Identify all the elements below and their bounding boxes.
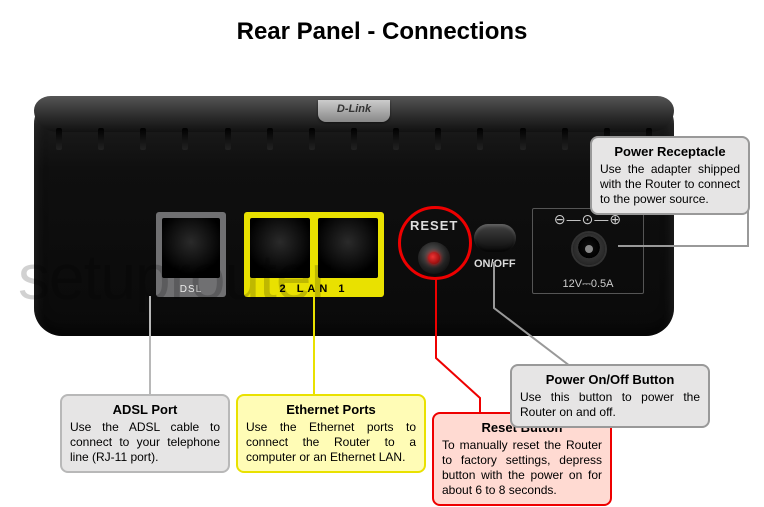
callout-ethernet-title: Ethernet Ports xyxy=(246,402,416,418)
callout-onoff-title: Power On/Off Button xyxy=(520,372,700,388)
adsl-port: DSL xyxy=(156,212,226,297)
callout-power: Power Receptacle Use the adapter shipped… xyxy=(590,136,750,215)
callout-adsl-title: ADSL Port xyxy=(70,402,220,418)
power-onoff-label: ON/OFF xyxy=(474,258,516,270)
callout-onoff-body: Use this button to power the Router on a… xyxy=(520,390,700,420)
ethernet-port-2 xyxy=(250,218,310,278)
callout-power-title: Power Receptacle xyxy=(600,144,740,160)
callout-onoff: Power On/Off Button Use this button to p… xyxy=(510,364,710,428)
ethernet-block: 2 LAN 1 xyxy=(244,212,384,297)
adsl-port-label: DSL xyxy=(156,284,226,295)
callout-ethernet: Ethernet Ports Use the Ethernet ports to… xyxy=(236,394,426,473)
reset-label: RESET xyxy=(410,218,458,233)
callout-power-body: Use the adapter shipped with the Router … xyxy=(600,162,740,207)
callout-adsl: ADSL Port Use the ADSL cable to connect … xyxy=(60,394,230,473)
vent-slots xyxy=(56,128,652,140)
reset-button xyxy=(418,242,450,274)
ethernet-label: 2 LAN 1 xyxy=(244,283,384,295)
router-device: DSL 2 LAN 1 RESET ON/OFF ⊖—⊙—⊕ 12V⎓0.5A xyxy=(34,96,674,336)
power-onoff-button xyxy=(474,224,516,252)
callout-adsl-body: Use the ADSL cable to connect to your te… xyxy=(70,420,220,465)
ethernet-port-1 xyxy=(318,218,378,278)
page-title: Rear Panel - Connections xyxy=(0,18,764,46)
power-rating: 12V⎓0.5A xyxy=(533,278,643,291)
rj11-jack xyxy=(162,218,220,278)
callout-ethernet-body: Use the Ethernet ports to connect the Ro… xyxy=(246,420,416,465)
rear-panel: DSL 2 LAN 1 RESET ON/OFF ⊖—⊙—⊕ 12V⎓0.5A xyxy=(156,214,656,318)
dc-jack xyxy=(573,233,605,265)
brand-badge xyxy=(318,100,390,122)
callout-reset-body: To manually reset the Router to factory … xyxy=(442,438,602,498)
power-receptacle-box: ⊖—⊙—⊕ 12V⎓0.5A xyxy=(532,208,644,294)
